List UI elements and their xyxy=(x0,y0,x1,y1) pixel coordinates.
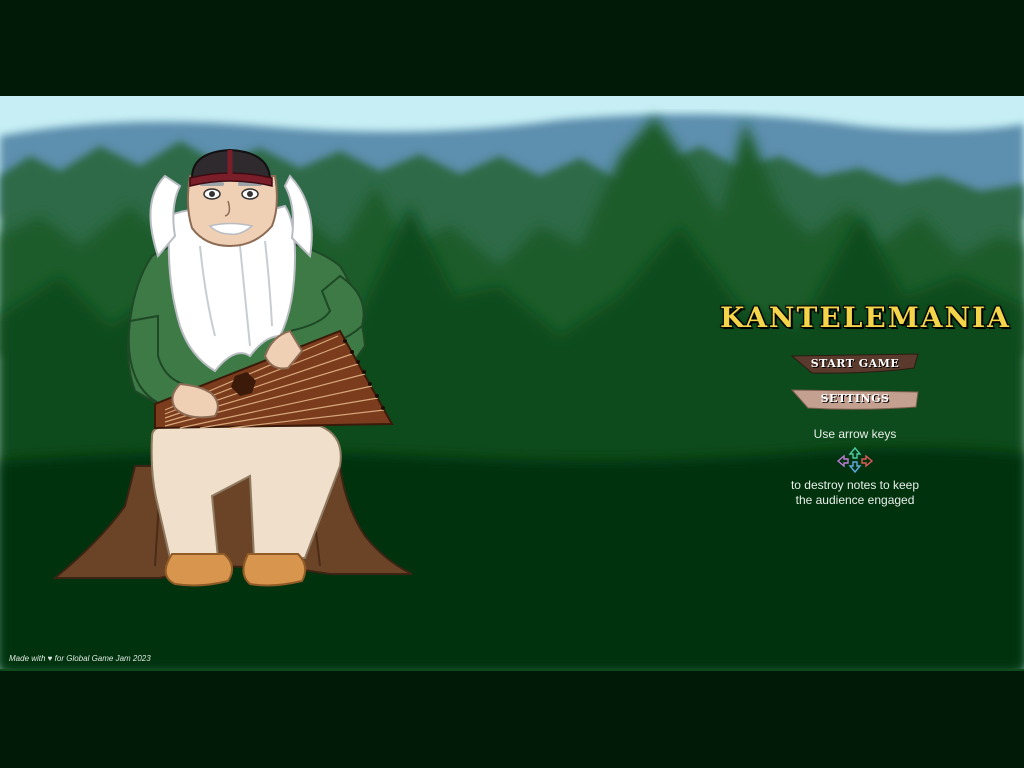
credits-text: Made with ♥ for Global Game Jam 2023 xyxy=(9,654,151,663)
letterbox-bottom xyxy=(0,671,1024,768)
arrow-up-icon xyxy=(848,446,862,459)
instructions-line-1: Use arrow keys xyxy=(813,427,897,441)
kantele-player-character xyxy=(52,148,413,587)
start-game-label: START GAME xyxy=(810,357,900,370)
game-canvas: KANTELEMANIA START GAME SETTINGS Use arr… xyxy=(0,96,1024,671)
instructions-line-2: to destroy notes to keep xyxy=(790,478,920,492)
game-title: KANTELEMANIA xyxy=(720,301,1011,334)
arrow-down-icon xyxy=(848,461,862,474)
arrow-right-icon xyxy=(861,454,874,468)
settings-button[interactable]: SETTINGS xyxy=(790,387,920,411)
instructions-line-3: the audience engaged xyxy=(795,493,915,507)
arrow-keys-icon xyxy=(836,446,874,474)
main-menu: KANTELEMANIA START GAME SETTINGS Use arr… xyxy=(720,301,1011,508)
arrow-left-icon xyxy=(836,454,849,468)
face xyxy=(186,175,278,248)
letterbox-top xyxy=(0,0,1024,96)
settings-label: SETTINGS xyxy=(820,392,890,405)
right-shoe xyxy=(242,553,307,587)
start-game-button[interactable]: START GAME xyxy=(790,352,920,376)
left-shoe xyxy=(164,553,234,587)
